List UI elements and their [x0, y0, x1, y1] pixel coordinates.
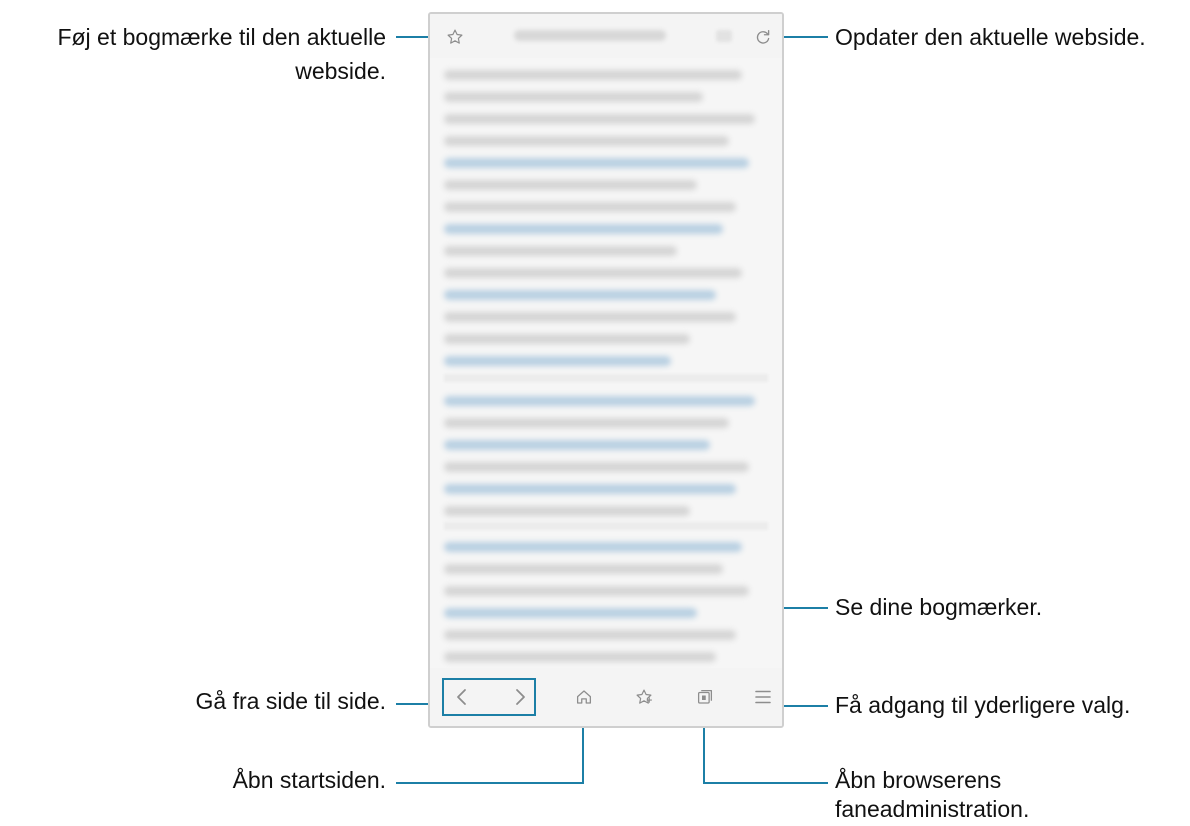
callout-tab-manager-line1: Åbn browserens	[835, 767, 1002, 793]
content-divider-2	[444, 522, 768, 530]
refresh-icon[interactable]	[754, 28, 772, 46]
content-section-2	[444, 396, 768, 528]
back-arrow-icon[interactable]	[454, 687, 470, 707]
browser-top-bar	[430, 14, 782, 58]
callout-refresh: Opdater den aktuelle webside.	[835, 24, 1146, 50]
browser-bottom-bar	[430, 668, 782, 726]
address-bar[interactable]	[514, 30, 666, 41]
callout-bookmark-current-line1: Føj et bogmærke til den aktuelle	[57, 24, 386, 50]
callout-navigate: Gå fra side til side.	[195, 688, 386, 714]
forward-arrow-icon[interactable]	[512, 687, 528, 707]
menu-icon[interactable]	[754, 689, 772, 705]
home-icon[interactable]	[575, 688, 593, 706]
toolbar-placeholder-icon	[716, 30, 732, 42]
callout-line-tabs-h	[703, 782, 828, 784]
content-divider-1	[444, 374, 768, 382]
content-section-1	[444, 70, 768, 378]
tabs-icon[interactable]	[696, 688, 714, 706]
content-section-3	[444, 542, 768, 674]
browser-screen	[428, 12, 784, 728]
star-outline-icon[interactable]	[446, 28, 464, 46]
callout-home: Åbn startsiden.	[232, 767, 386, 793]
callout-tab-manager-line2: faneadministration.	[835, 796, 1030, 822]
callout-view-bookmarks: Se dine bogmærker.	[835, 594, 1043, 620]
callout-line-home-h	[396, 782, 584, 784]
webpage-content-blurred	[444, 62, 768, 666]
bookmarks-icon[interactable]	[635, 688, 653, 706]
callout-more-options: Få adgang til yderligere valg.	[835, 692, 1131, 718]
callout-bookmark-current-line2: webside.	[295, 58, 386, 84]
